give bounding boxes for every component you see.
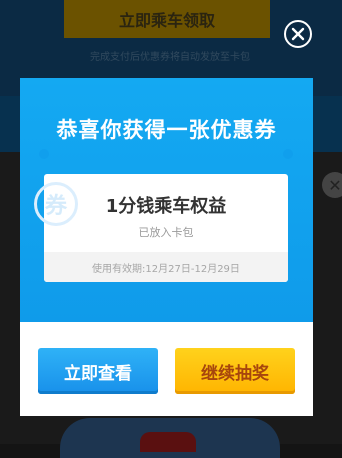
coupon-validity: 使用有效期:12月27日-12月29日 — [44, 252, 288, 282]
continue-draw-button[interactable]: 继续抽奖 — [175, 348, 295, 394]
background-subtext: 完成支付后优惠券将自动发放至卡包 — [90, 52, 250, 63]
coupon-card: 券 1分钱乘车权益 已放入卡包 使用有效期:12月27日-12月29日 — [34, 174, 288, 282]
close-button[interactable] — [284, 20, 312, 48]
background-close-icon: ✕ — [322, 172, 342, 198]
coupon-name: 1分钱乘车权益 — [105, 196, 227, 217]
coupon-notch-right — [283, 149, 293, 159]
view-now-button[interactable]: 立即查看 — [38, 348, 158, 394]
background-bottom-badge — [140, 432, 196, 452]
coupon-notch-left — [39, 149, 49, 159]
dialog-header: 恭喜你获得一张优惠券 券 1分钱乘车权益 已放入卡包 使用有效期:12月27日-… — [20, 78, 313, 322]
background-action-button: 立即乘车领取 — [64, 0, 270, 38]
close-icon — [291, 27, 305, 41]
coupon-dialog: 恭喜你获得一张优惠券 券 1分钱乘车权益 已放入卡包 使用有效期:12月27日-… — [20, 78, 313, 416]
dialog-title: 恭喜你获得一张优惠券 — [56, 118, 277, 142]
coupon-status: 已放入卡包 — [138, 226, 194, 239]
